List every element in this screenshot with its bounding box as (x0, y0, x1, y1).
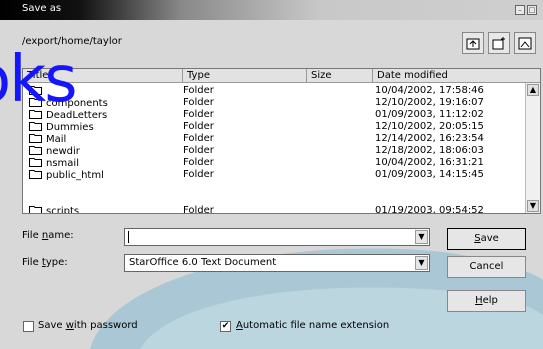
file-type: Folder (183, 145, 214, 156)
file-date: 12/10/2002, 19:16:07 (375, 97, 484, 108)
file-type: Folder (183, 133, 214, 144)
new-folder-button[interactable] (488, 32, 510, 54)
new-folder-icon (492, 37, 505, 50)
text-cursor (128, 231, 129, 243)
file-type-label: File type: (22, 257, 68, 268)
list-item[interactable]: Mail Folder 12/14/2002, 16:23:54 (23, 133, 525, 145)
folder-icon (29, 146, 42, 155)
file-date: 12/18/2002, 18:06:03 (375, 145, 484, 156)
folder-up-icon (466, 38, 480, 50)
file-date: 12/10/2002, 20:05:15 (375, 121, 484, 132)
file-type: Folder (183, 121, 214, 132)
column-type[interactable]: Type (183, 69, 307, 83)
scroll-up-icon[interactable]: ▲ (527, 84, 539, 96)
file-name: newdir (46, 146, 80, 157)
list-item[interactable]: DeadLetters Folder 01/09/2003, 11:12:02 (23, 109, 525, 121)
list-item[interactable]: Dummies Folder 12/10/2002, 20:05:15 (23, 121, 525, 133)
column-header: Title Type Size Date modified (23, 69, 540, 83)
file-type-select[interactable]: StarOffice 6.0 Text Document ▼ (124, 254, 430, 272)
file-date: 12/14/2002, 16:23:54 (375, 133, 484, 144)
list-item[interactable]: components Folder 12/10/2002, 19:16:07 (23, 97, 525, 109)
auto-extension-checkbox[interactable]: ✔ (220, 321, 231, 332)
help-button[interactable]: Help (447, 290, 526, 312)
file-name: Dummies (46, 122, 94, 133)
file-name: Mail (46, 134, 67, 145)
title-bar[interactable]: Save as – □ (0, 0, 543, 20)
save-as-dialog: Save as – □ /export/home/taylor Title Ty… (0, 0, 543, 349)
file-list[interactable]: Title Type Size Date modified Folder 10/… (22, 68, 541, 214)
folder-icon (29, 122, 42, 131)
column-date[interactable]: Date modified (373, 69, 540, 83)
list-item[interactable]: newdir Folder 12/18/2002, 18:06:03 (23, 145, 525, 157)
file-type: Folder (183, 205, 214, 213)
maximize-icon[interactable]: □ (527, 5, 537, 15)
file-type: Folder (183, 97, 214, 108)
vertical-scrollbar[interactable]: ▲ ▼ (525, 83, 540, 213)
file-date: 10/04/2002, 17:58:46 (375, 85, 484, 96)
list-item[interactable]: public_html Folder 01/09/2003, 14:15:45 (23, 169, 525, 181)
file-type: Folder (183, 157, 214, 168)
save-button[interactable]: Save (447, 228, 526, 250)
folder-icon (29, 158, 42, 167)
file-name-input[interactable]: ▼ (124, 228, 430, 246)
file-name: nsmail (46, 158, 79, 169)
file-type-value: StarOffice 6.0 Text Document (129, 257, 277, 268)
folder-icon (29, 134, 42, 143)
file-date: 01/19/2003, 09:54:52 (375, 205, 484, 213)
folder-icon (29, 170, 42, 179)
save-password-label: Save with password (38, 320, 138, 331)
file-type: Folder (183, 109, 214, 120)
window-title: Save as (22, 3, 62, 14)
minimize-icon[interactable]: – (515, 5, 525, 15)
file-type: Folder (183, 169, 214, 180)
chevron-down-icon[interactable]: ▼ (415, 256, 428, 270)
file-name-label: File name: (22, 230, 74, 241)
cancel-button[interactable]: Cancel (447, 256, 526, 278)
column-size[interactable]: Size (307, 69, 373, 83)
file-name: public_html (46, 170, 104, 181)
overlay-text: oks (0, 43, 78, 117)
chevron-down-icon[interactable]: ▼ (415, 230, 428, 244)
list-item[interactable]: Folder 10/04/2002, 17:58:46 (23, 85, 525, 97)
auto-extension-label: Automatic file name extension (236, 320, 390, 331)
list-item[interactable]: nsmail Folder 10/04/2002, 16:31:21 (23, 157, 525, 169)
default-folder-icon (518, 37, 532, 50)
save-password-checkbox[interactable] (23, 321, 34, 332)
scroll-down-icon[interactable]: ▼ (527, 200, 539, 212)
file-date: 01/09/2003, 11:12:02 (375, 109, 484, 120)
folder-up-button[interactable] (462, 32, 484, 54)
file-date: 10/04/2002, 16:31:21 (375, 157, 484, 168)
folder-icon (29, 206, 42, 213)
default-folder-button[interactable] (514, 32, 536, 54)
file-type: Folder (183, 85, 214, 96)
file-date: 01/09/2003, 14:15:45 (375, 169, 484, 180)
file-name: scripts (46, 206, 80, 213)
list-item[interactable]: scripts Folder 01/19/2003, 09:54:52 (23, 205, 525, 213)
